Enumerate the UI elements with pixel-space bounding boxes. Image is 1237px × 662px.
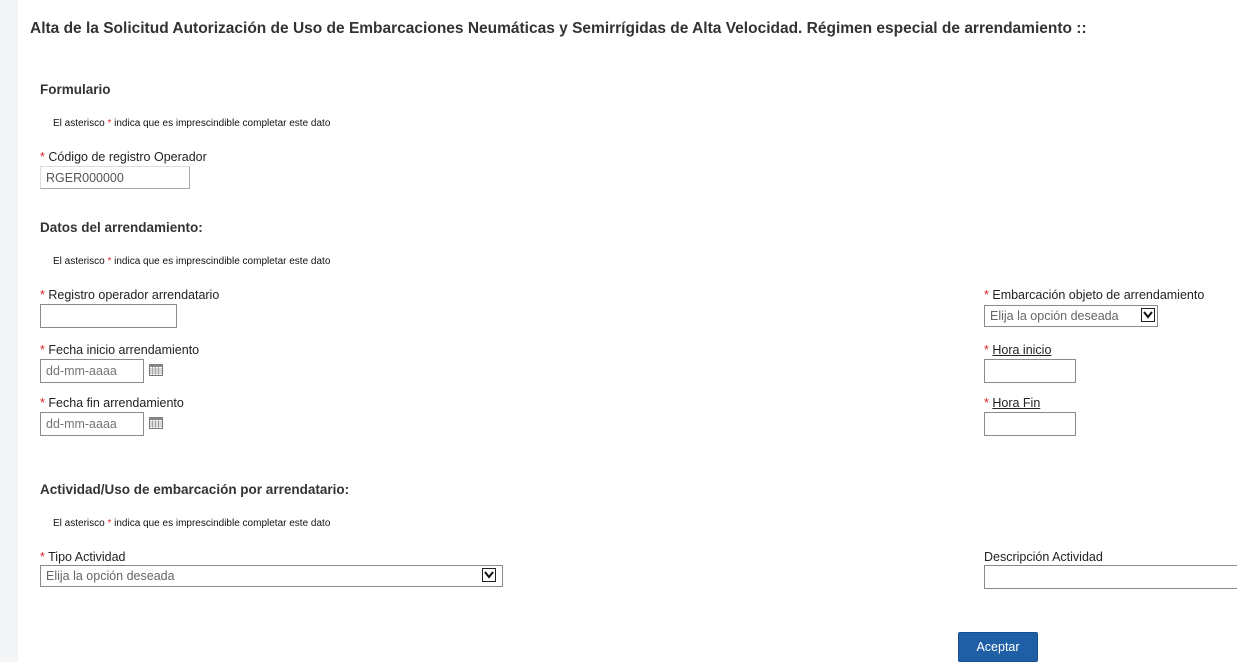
registro-arrendatario-input[interactable] — [40, 304, 177, 328]
descripcion-actividad-label: Descripción Actividad — [984, 550, 1103, 564]
tipo-actividad-label: * Tipo Actividad — [40, 550, 126, 564]
embarcacion-select-value: Elija la opción deseada — [990, 309, 1119, 323]
hora-fin-input[interactable] — [984, 412, 1076, 436]
fecha-fin-label: * Fecha fin arrendamiento — [40, 396, 184, 410]
required-asterisk: * — [984, 288, 989, 302]
fecha-inicio-input[interactable] — [40, 359, 144, 383]
required-asterisk: * — [40, 288, 45, 302]
section-arrendamiento-title: Datos del arrendamiento: — [40, 220, 203, 235]
hora-fin-label: * Hora Fin — [984, 396, 1041, 410]
required-asterisk: * — [40, 150, 45, 164]
hora-inicio-input[interactable] — [984, 359, 1076, 383]
required-asterisk: * — [984, 343, 989, 357]
tipo-actividad-select-value: Elija la opción deseada — [46, 569, 175, 583]
chevron-down-icon — [1141, 308, 1155, 322]
hora-inicio-label: * Hora inicio — [984, 343, 1052, 357]
fecha-fin-input[interactable] — [40, 412, 144, 436]
registro-arrendatario-label: * Registro operador arrendatario — [40, 288, 220, 302]
calendar-icon[interactable] — [149, 416, 163, 429]
codigo-operador-input[interactable] — [40, 166, 190, 189]
embarcacion-label: * Embarcación objeto de arrendamiento — [984, 288, 1205, 302]
required-note: El asterisco * indica que es imprescindi… — [53, 256, 331, 267]
form-panel: Alta de la Solicitud Autorización de Uso… — [18, 0, 1237, 662]
aceptar-button[interactable]: Aceptar — [958, 632, 1038, 662]
required-asterisk: * — [984, 396, 989, 410]
codigo-operador-label: * Código de registro Operador — [40, 150, 207, 164]
required-note: El asterisco * indica que es imprescindi… — [53, 518, 331, 529]
descripcion-actividad-input[interactable] — [984, 565, 1237, 589]
embarcacion-select[interactable]: Elija la opción deseada — [984, 305, 1158, 327]
chevron-down-icon — [482, 568, 496, 582]
required-asterisk: * — [40, 550, 45, 564]
section-formulario-title: Formulario — [40, 82, 111, 97]
required-asterisk: * — [40, 343, 45, 357]
required-asterisk: * — [40, 396, 45, 410]
fecha-inicio-label: * Fecha inicio arrendamiento — [40, 343, 200, 357]
tipo-actividad-select[interactable]: Elija la opción deseada — [40, 565, 503, 587]
required-note: El asterisco * indica que es imprescindi… — [53, 118, 331, 129]
page-title: Alta de la Solicitud Autorización de Uso… — [30, 20, 1087, 37]
section-actividad-title: Actividad/Uso de embarcación por arrenda… — [40, 482, 350, 497]
calendar-icon[interactable] — [149, 363, 163, 376]
